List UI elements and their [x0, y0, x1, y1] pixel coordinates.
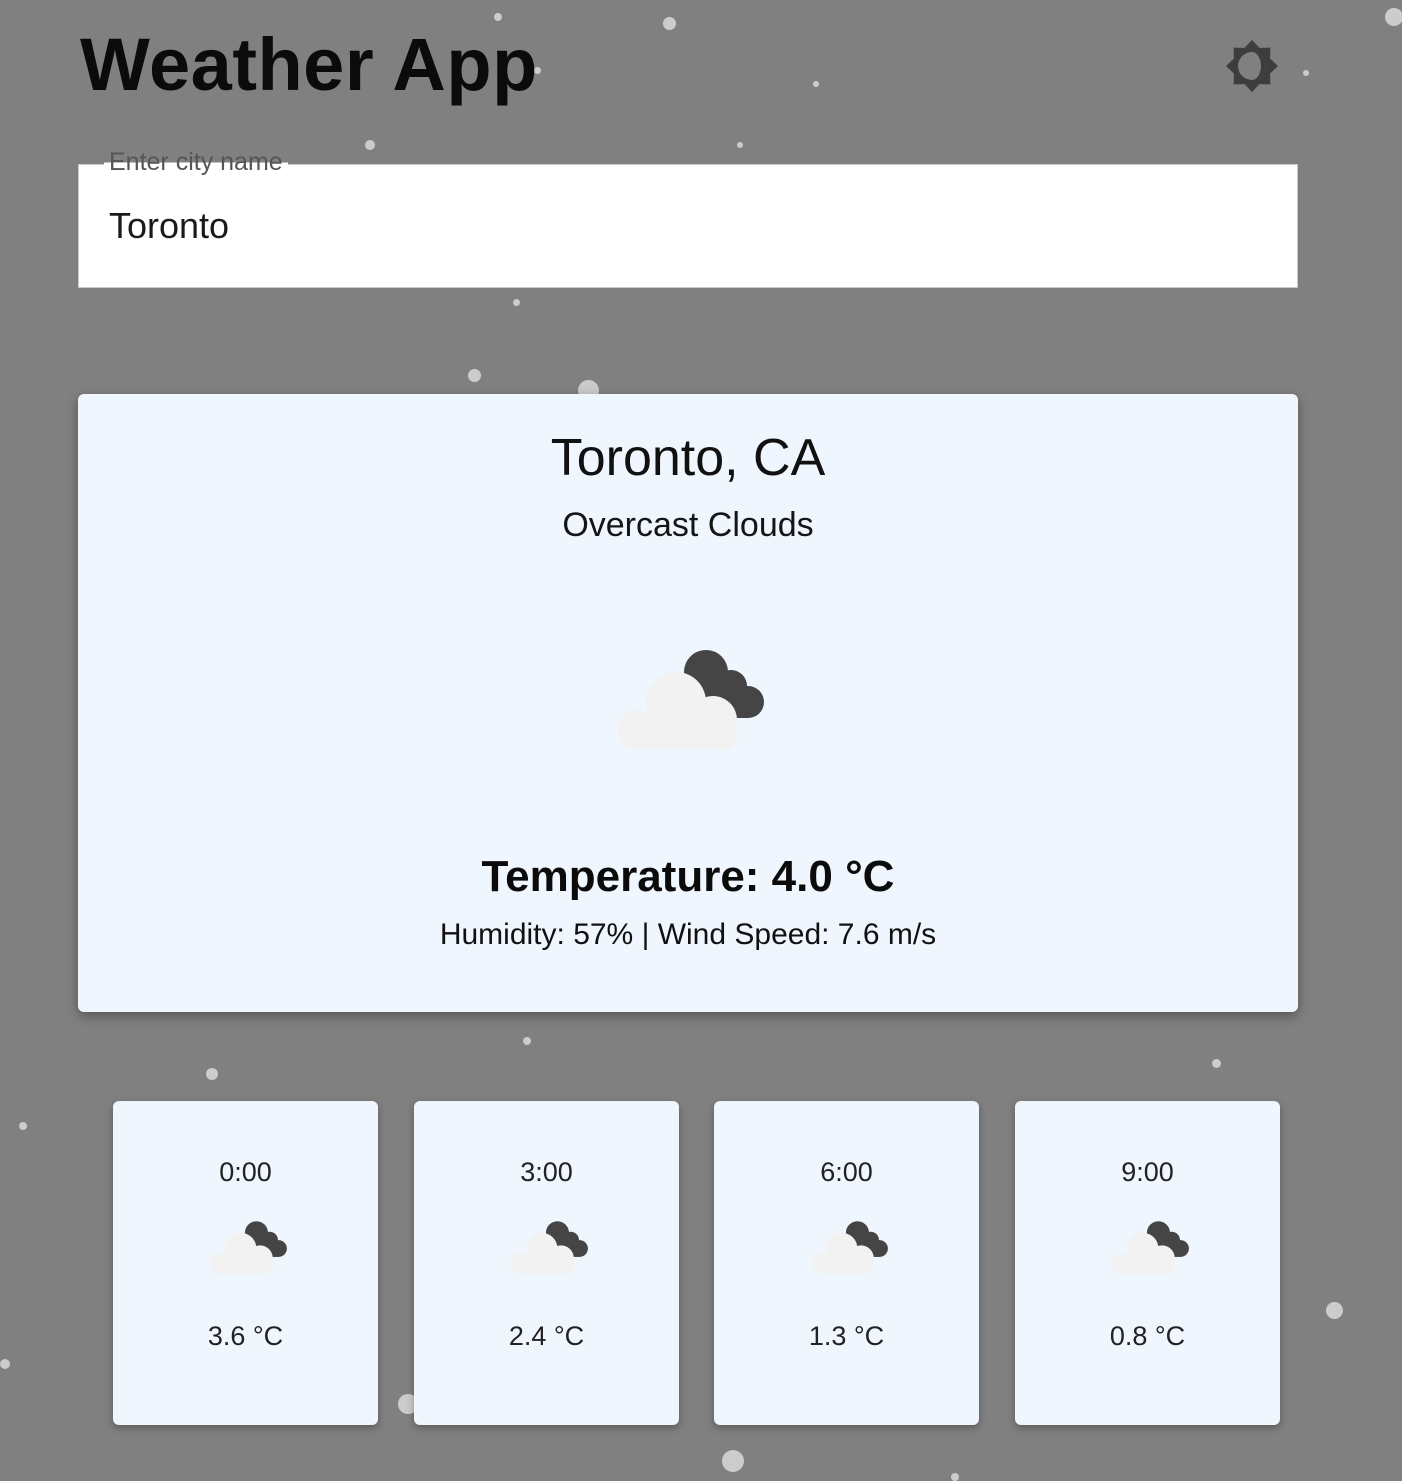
forecast-temperature: 2.4 °C [508, 1321, 585, 1351]
humidity-wind-details: Humidity: 57% | Wind Speed: 7.6 m/s [439, 918, 937, 951]
overcast-clouds-icon [810, 1221, 888, 1274]
forecast-temperature: 3.6 °C [207, 1321, 284, 1351]
brightness-icon [1222, 36, 1282, 96]
location-name: Toronto, CA [550, 429, 826, 487]
forecast-time: 6:00 [820, 1157, 873, 1187]
forecast-time: 3:00 [520, 1157, 573, 1187]
theme-toggle-button[interactable] [1222, 36, 1282, 96]
overcast-clouds-icon [617, 650, 764, 750]
temperature: Temperature: 4.0 °C [481, 852, 895, 901]
forecast-time: 9:00 [1121, 1157, 1174, 1187]
forecast-card: 3:00 2.4 °C [414, 1101, 679, 1425]
forecast-card: 9:00 0.8 °C [1015, 1101, 1280, 1425]
overcast-clouds-icon [1111, 1221, 1189, 1274]
forecast-temperature: 1.3 °C [808, 1321, 885, 1351]
overcast-clouds-icon [510, 1221, 588, 1274]
forecast-time: 0:00 [219, 1157, 272, 1187]
city-input-label: Enter city name [104, 148, 288, 177]
forecast-card: 0:00 3.6 °C [113, 1101, 378, 1425]
weather-condition: Overcast Clouds [562, 506, 814, 544]
forecast-temperature: 0.8 °C [1109, 1321, 1186, 1351]
city-input[interactable] [109, 165, 1259, 287]
overcast-clouds-icon [209, 1221, 287, 1274]
forecast-card: 6:00 1.3 °C [714, 1101, 979, 1425]
app-title: Weather App [80, 23, 538, 106]
city-search-field[interactable] [78, 164, 1298, 288]
current-weather-card: Toronto, CA Overcast Clouds Temperature:… [78, 394, 1298, 1012]
